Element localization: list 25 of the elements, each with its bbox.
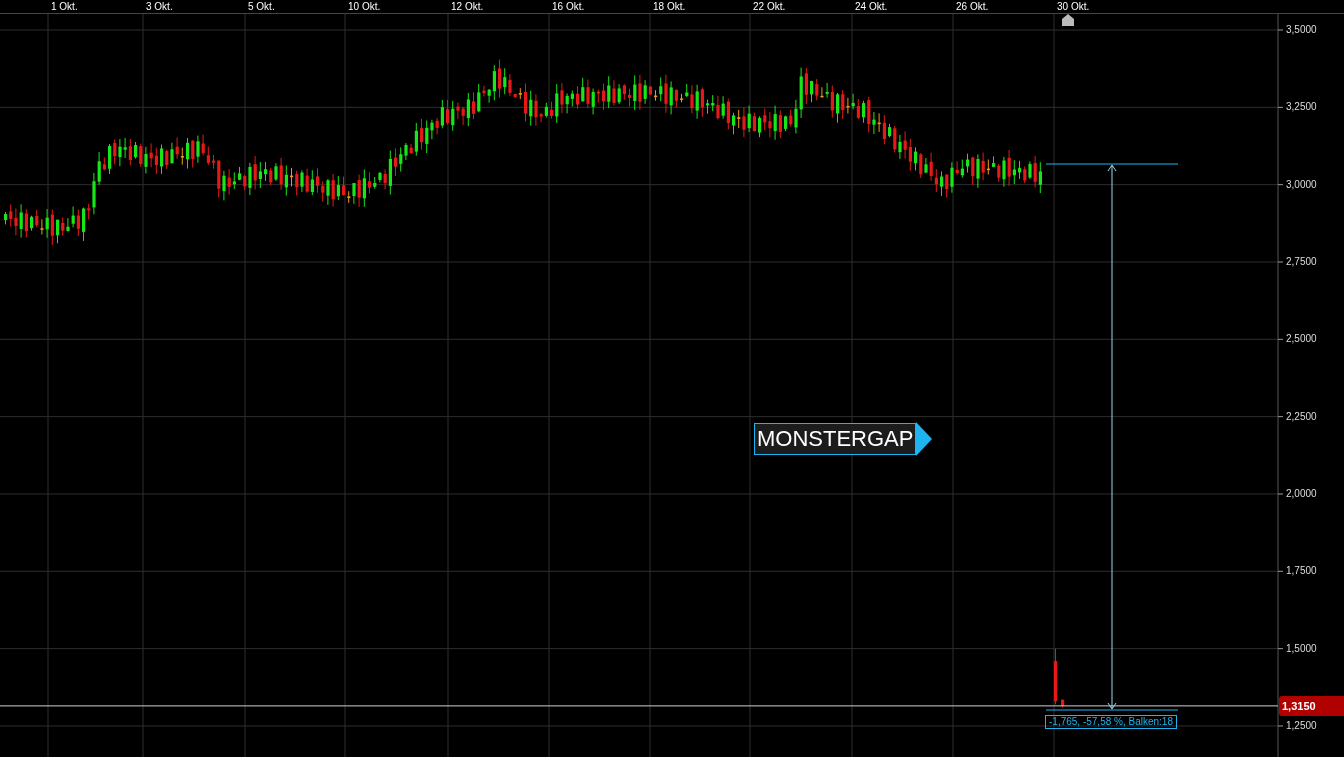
current-price-badge: 1,3150 xyxy=(1279,695,1344,716)
pointer-triangle-icon xyxy=(916,422,933,456)
price-label: 2,5000 xyxy=(1286,332,1317,347)
price-label: 2,2500 xyxy=(1286,409,1317,424)
price-label: 1,7500 xyxy=(1286,564,1317,579)
price-label: 3,5000 xyxy=(1286,23,1317,37)
price-label: 2,7500 xyxy=(1286,255,1317,269)
price-label: 3,0000 xyxy=(1286,177,1317,192)
date-label: 30 Okt. xyxy=(1057,0,1090,13)
date-label: 16 Okt. xyxy=(552,0,585,13)
price-label: 2,0000 xyxy=(1286,486,1317,501)
price-label: 1,2500 xyxy=(1286,718,1317,733)
date-label: 24 Okt. xyxy=(855,0,888,13)
annotation-label[interactable]: MONSTERGAP xyxy=(754,423,917,455)
date-label: 3 Okt. xyxy=(146,0,173,13)
date-label: 12 Okt. xyxy=(451,0,484,13)
date-label: 18 Okt. xyxy=(653,0,686,13)
date-label: 10 Okt. xyxy=(348,0,381,13)
measurement-label: -1,765, -57,58 %, Balken:18 xyxy=(1045,715,1177,729)
price-label: 3,2500 xyxy=(1286,100,1317,115)
date-label: 1 Okt. xyxy=(51,0,78,13)
date-label: 26 Okt. xyxy=(956,0,989,13)
date-label: 5 Okt. xyxy=(248,0,275,13)
date-label: 22 Okt. xyxy=(753,0,786,13)
price-label: 1,5000 xyxy=(1286,641,1317,656)
